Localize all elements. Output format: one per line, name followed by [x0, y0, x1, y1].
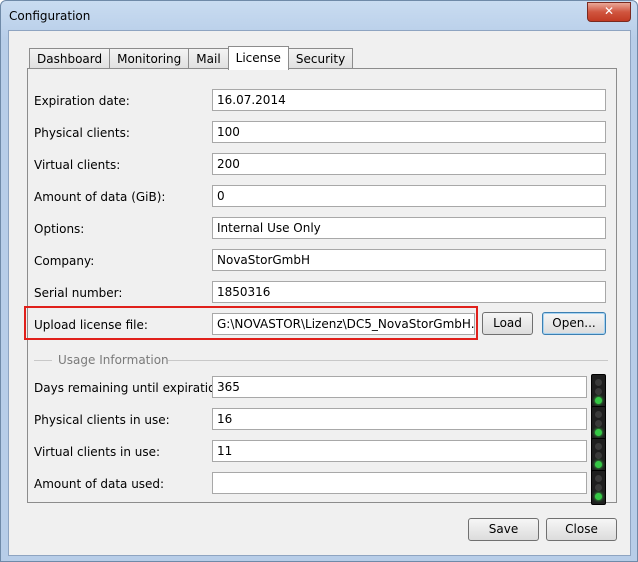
physical-in-use-field[interactable]: 16 — [212, 408, 587, 430]
data-used-label: Amount of data used: — [34, 477, 165, 491]
tab-dashboard[interactable]: Dashboard — [29, 48, 111, 70]
traffic-light-icon — [591, 406, 606, 441]
usage-section-label: Usage Information — [58, 353, 169, 367]
title-bar[interactable]: Configuration ✕ — [1, 1, 637, 31]
physical-in-use-row: Physical clients in use: 16 — [28, 406, 616, 441]
expiration-label: Expiration date: — [34, 94, 130, 108]
company-label: Company: — [34, 254, 95, 268]
virtual-in-use-label: Virtual clients in use: — [34, 445, 161, 459]
virtual-in-use-field[interactable]: 11 — [212, 440, 587, 462]
physical-in-use-label: Physical clients in use: — [34, 413, 170, 427]
license-panel: Expiration date: 16.07.2014 Physical cli… — [27, 68, 617, 505]
tab-security[interactable]: Security — [287, 48, 354, 70]
days-remaining-row: Days remaining until expiration: 365 — [28, 374, 616, 409]
days-remaining-field[interactable]: 365 — [212, 376, 587, 398]
options-row: Options: Internal Use Only — [28, 217, 616, 241]
virtual-in-use-row: Virtual clients in use: 11 — [28, 438, 616, 473]
company-row: Company: NovaStorGmbH — [28, 249, 616, 273]
upload-highlight-box — [24, 306, 478, 340]
virtual-clients-label: Virtual clients: — [34, 158, 121, 172]
tab-license[interactable]: License — [227, 46, 289, 70]
physical-clients-label: Physical clients: — [34, 126, 130, 140]
separator-line-left — [34, 360, 52, 361]
days-remaining-label: Days remaining until expiration: — [34, 381, 228, 395]
options-field[interactable]: Internal Use Only — [212, 217, 606, 239]
physical-clients-row: Physical clients: 100 — [28, 121, 616, 145]
separator-line-right — [168, 360, 608, 361]
expiration-field[interactable]: 16.07.2014 — [212, 89, 606, 111]
expiration-row: Expiration date: 16.07.2014 — [28, 89, 616, 113]
save-button[interactable]: Save — [468, 518, 539, 541]
tab-bar: Dashboard Monitoring Mail License Securi… — [29, 46, 354, 70]
data-used-field[interactable] — [212, 472, 587, 494]
open-button[interactable]: Open... — [542, 312, 606, 335]
serial-row: Serial number: 1850316 — [28, 281, 616, 305]
serial-label: Serial number: — [34, 286, 123, 300]
traffic-light-icon — [591, 470, 606, 505]
close-button[interactable]: Close — [546, 518, 617, 541]
load-button[interactable]: Load — [482, 312, 533, 335]
tab-monitoring[interactable]: Monitoring — [109, 48, 190, 70]
usage-separator: Usage Information — [34, 353, 608, 367]
configuration-window: Configuration ✕ Dashboard Monitoring Mai… — [0, 0, 638, 562]
tab-mail[interactable]: Mail — [188, 48, 229, 70]
virtual-clients-row: Virtual clients: 200 — [28, 153, 616, 177]
window-close-button[interactable]: ✕ — [587, 2, 631, 22]
options-label: Options: — [34, 222, 85, 236]
serial-field[interactable]: 1850316 — [212, 281, 606, 303]
traffic-light-icon — [591, 438, 606, 473]
traffic-light-icon — [591, 374, 606, 409]
window-title: Configuration — [9, 9, 91, 23]
company-field[interactable]: NovaStorGmbH — [212, 249, 606, 271]
data-amount-field[interactable]: 0 — [212, 185, 606, 207]
physical-clients-field[interactable]: 100 — [212, 121, 606, 143]
data-used-row: Amount of data used: — [28, 470, 616, 505]
close-icon: ✕ — [603, 4, 615, 18]
virtual-clients-field[interactable]: 200 — [212, 153, 606, 175]
data-amount-row: Amount of data (GiB): 0 — [28, 185, 616, 209]
dialog-body: Dashboard Monitoring Mail License Securi… — [8, 30, 631, 556]
data-amount-label: Amount of data (GiB): — [34, 190, 166, 204]
